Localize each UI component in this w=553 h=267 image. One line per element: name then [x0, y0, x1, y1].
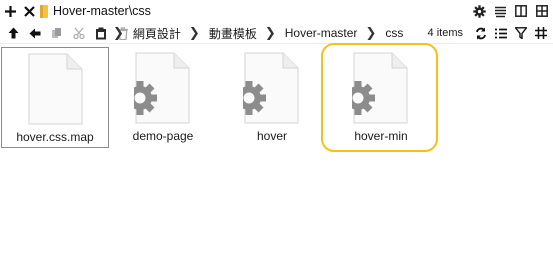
grid-icon: [535, 27, 547, 39]
clipboard-icon: [96, 27, 106, 39]
breadcrumb-separator-icon: ❯: [113, 25, 124, 40]
breadcrumb-separator-icon: ❯: [365, 25, 377, 40]
refresh-icon: [476, 27, 486, 39]
new-tab-button[interactable]: [1, 0, 19, 22]
arrow-up-icon: [8, 27, 18, 39]
tab-title: Hover-master\css: [53, 4, 151, 18]
file-view: hover.css.map demo-page hover hover-min: [0, 43, 553, 267]
settings-document-icon: [243, 52, 299, 124]
filter-button[interactable]: [511, 22, 531, 44]
stack-icon: [494, 6, 506, 17]
tab-bar: Hover-master\css: [0, 0, 553, 22]
dual-pane-icon: [536, 5, 548, 17]
breadcrumb-separator-icon: ❯: [264, 25, 276, 40]
arrow-left-icon: [29, 28, 41, 38]
back-button[interactable]: [24, 22, 46, 44]
close-icon: [23, 5, 35, 17]
settings-button[interactable]: [470, 0, 488, 22]
file-name: demo-page: [132, 129, 194, 143]
copy-icon: [52, 28, 61, 38]
breadcrumb-item[interactable]: 網頁設計: [133, 25, 181, 42]
settings-document-icon: [134, 52, 190, 124]
tab-hover-master-css[interactable]: Hover-master\css: [40, 0, 151, 22]
single-pane-icon: [515, 5, 527, 17]
settings-document-icon: [352, 52, 408, 124]
up-button[interactable]: [2, 22, 24, 44]
file-name: hover-min: [354, 129, 408, 143]
menu-button[interactable]: [491, 0, 509, 22]
folder-icon: [40, 4, 48, 18]
file-item-hover-min[interactable]: hover-min: [321, 43, 438, 152]
breadcrumb-item[interactable]: Hover-master: [285, 26, 358, 40]
plus-icon: [4, 5, 16, 17]
scissors-icon: [73, 27, 85, 39]
single-pane-button[interactable]: [512, 0, 530, 22]
breadcrumb-item[interactable]: css: [385, 26, 403, 40]
view-list-button[interactable]: [491, 22, 511, 44]
grid-view-button[interactable]: [531, 22, 551, 44]
breadcrumb-separator-icon: ❯: [188, 25, 200, 40]
file-item-hover-css-map[interactable]: hover.css.map: [1, 47, 109, 148]
file-name: hover.css.map: [16, 130, 94, 144]
list-icon: [495, 28, 507, 38]
breadcrumb: ❯ 網頁設計 ❯ 動畫模板 ❯ Hover-master ❯ css: [113, 22, 403, 44]
cut-button[interactable]: [68, 22, 90, 44]
file-name: hover: [256, 129, 288, 143]
blank-document-icon: [28, 53, 83, 125]
filter-icon: [515, 27, 527, 39]
breadcrumb-item[interactable]: 動畫模板: [209, 25, 257, 42]
item-count: 4 items: [427, 27, 463, 39]
navigation-bar: ❯ 網頁設計 ❯ 動畫模板 ❯ Hover-master ❯ css 4 ite…: [0, 22, 553, 44]
copy-button[interactable]: [46, 22, 68, 44]
refresh-button[interactable]: [471, 22, 491, 44]
file-item-demo-page[interactable]: demo-page: [109, 47, 217, 148]
gear-icon: [472, 4, 486, 18]
dual-pane-button[interactable]: [533, 0, 551, 22]
paste-button[interactable]: [90, 22, 112, 44]
close-tab-button[interactable]: [20, 0, 38, 22]
file-item-hover[interactable]: hover: [218, 47, 326, 148]
